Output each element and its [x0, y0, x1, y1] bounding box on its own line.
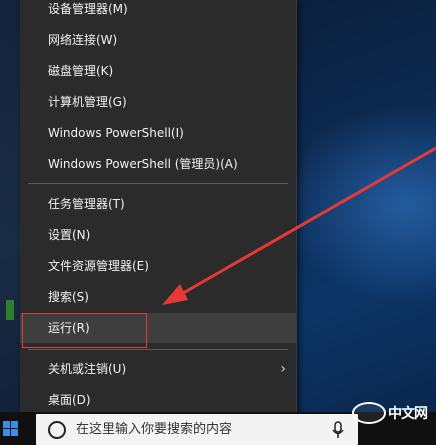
speech-bubble-icon — [352, 402, 386, 424]
windows-start-icon[interactable] — [0, 412, 24, 445]
watermark-text: 中文网 — [388, 406, 428, 422]
search-placeholder: 在这里输入你要搜索的内容 — [76, 422, 233, 437]
microphone-icon[interactable] — [332, 421, 344, 439]
watermark-logo: 中文网 — [352, 398, 436, 428]
taskbar-search-box[interactable]: 在这里输入你要搜索的内容 — [36, 414, 358, 445]
cortana-circle-icon — [48, 421, 66, 439]
red-arrow-annotation — [162, 146, 436, 305]
